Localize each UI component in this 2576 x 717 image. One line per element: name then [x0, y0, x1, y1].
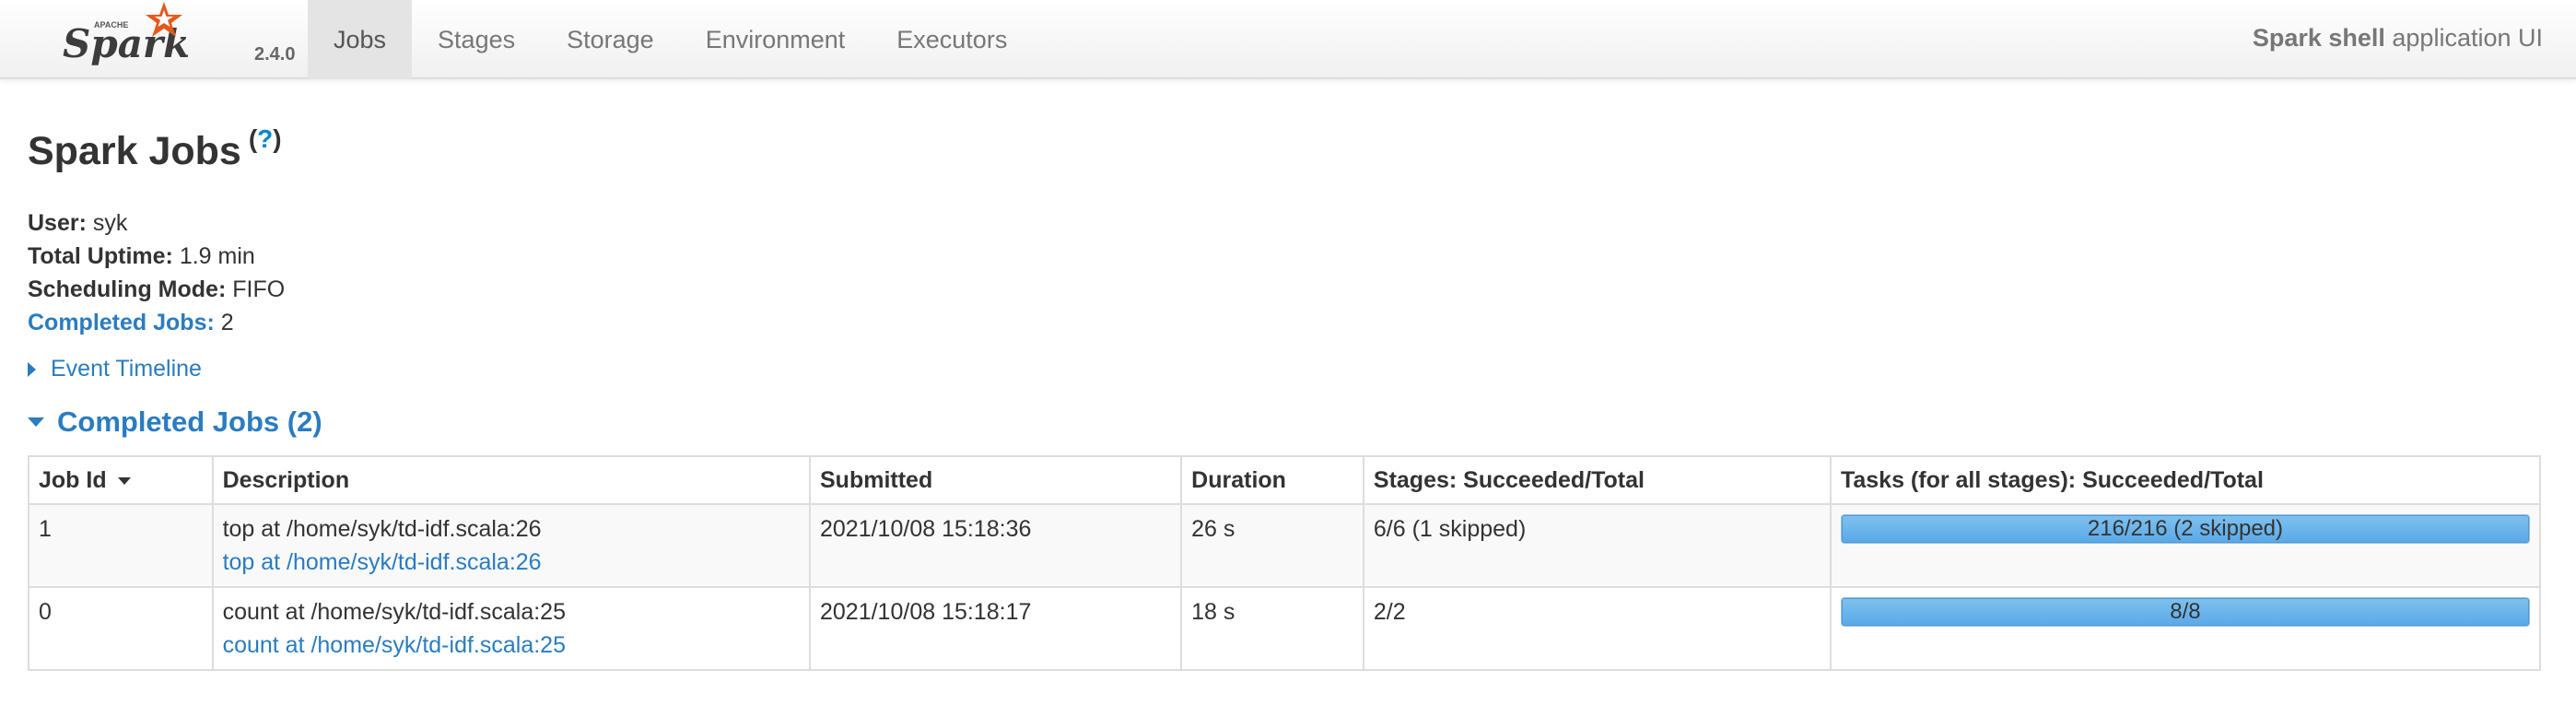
job-id-cell: 0: [28, 586, 214, 671]
help-link[interactable]: ?: [257, 124, 273, 153]
completed-jobs-count: 2: [214, 310, 234, 335]
summary-completed: Completed Jobs: 2: [28, 306, 285, 339]
app-suffix: application UI: [2384, 24, 2543, 52]
completed-jobs-table: Job Id Description Submitted Duration St…: [28, 455, 2542, 671]
description-link[interactable]: top at /home/syk/td-idf.scala:26: [223, 546, 800, 579]
tab-environment[interactable]: Environment: [680, 0, 872, 79]
description-text: count at /home/syk/td-idf.scala:25: [222, 599, 566, 625]
description-text: top at /home/syk/td-idf.scala:26: [222, 516, 542, 542]
app-name: Spark shell: [2252, 24, 2385, 52]
col-duration[interactable]: Duration: [1180, 455, 1364, 505]
user-value: syk: [86, 210, 128, 236]
spark-version: 2.4.0: [254, 44, 296, 65]
collapsed-arrow-icon: [28, 361, 36, 377]
summary-user: User: syk: [28, 206, 285, 240]
stages-cell: 6/6 (1 skipped): [1362, 503, 1832, 588]
top-navbar: APACHE Spark 2.4.0 Jobs Stages Storage E…: [0, 0, 2576, 79]
duration-cell: 26 s: [1180, 503, 1364, 588]
expanded-arrow-icon: [28, 417, 44, 427]
summary-uptime: Total Uptime: 1.9 min: [28, 240, 285, 273]
tasks-progress-bar: 216/216 (2 skipped): [1840, 514, 2530, 544]
col-stages[interactable]: Stages: Succeeded/Total: [1362, 455, 1832, 505]
tasks-progress-bar: 8/8: [1840, 597, 2530, 627]
description-link[interactable]: count at /home/syk/td-idf.scala:25: [223, 629, 800, 662]
job-id-cell: 1: [28, 503, 214, 588]
tab-stages[interactable]: Stages: [412, 0, 541, 79]
help-close-paren: ): [273, 124, 282, 153]
app-title: Spark shell application UI: [2253, 24, 2543, 53]
description-cell: count at /home/syk/td-idf.scala:25 count…: [211, 586, 812, 671]
description-cell: top at /home/syk/td-idf.scala:26 top at …: [211, 503, 812, 588]
progress-label: 8/8: [2170, 599, 2201, 624]
page-title: Spark Jobs (?): [28, 124, 282, 174]
uptime-label: Total Uptime:: [28, 243, 173, 269]
stages-cell: 2/2: [1362, 586, 1832, 671]
nav-tabs: Jobs Stages Storage Environment Executor…: [308, 0, 1033, 79]
table-header-row: Job Id Description Submitted Duration St…: [28, 455, 2542, 505]
col-job-id-label: Job Id: [39, 466, 107, 493]
progress-label: 216/216 (2 skipped): [2087, 516, 2284, 541]
spark-logo-icon: APACHE Spark: [63, 2, 190, 66]
help-tooltip: (?): [249, 124, 282, 153]
col-description[interactable]: Description: [211, 455, 812, 505]
uptime-value: 1.9 min: [172, 243, 255, 269]
tab-jobs[interactable]: Jobs: [308, 0, 413, 79]
completed-jobs-title: Completed Jobs (2): [57, 406, 322, 438]
col-tasks[interactable]: Tasks (for all stages): Succeeded/Total: [1829, 455, 2542, 505]
help-open-paren: (: [248, 124, 258, 153]
scheduling-label: Scheduling Mode:: [28, 276, 227, 302]
page-title-text: Spark Jobs: [28, 129, 241, 173]
completed-jobs-toggle[interactable]: Completed Jobs (2): [28, 406, 322, 439]
summary-scheduling: Scheduling Mode: FIFO: [28, 273, 285, 306]
job-summary: User: syk Total Uptime: 1.9 min Scheduli…: [28, 206, 285, 339]
tab-storage[interactable]: Storage: [541, 0, 680, 79]
completed-jobs-link[interactable]: Completed Jobs:: [28, 310, 215, 335]
event-timeline-toggle[interactable]: Event Timeline: [28, 356, 202, 382]
duration-cell: 18 s: [1180, 586, 1364, 671]
spark-logo[interactable]: APACHE Spark 2.4.0: [59, 0, 295, 79]
scheduling-value: FIFO: [226, 276, 286, 302]
tasks-cell: 8/8: [1829, 586, 2542, 671]
tab-executors[interactable]: Executors: [871, 0, 1033, 79]
table-row: 1 top at /home/syk/td-idf.scala:26 top a…: [28, 503, 2542, 588]
sort-desc-icon: [117, 476, 131, 485]
table-row: 0 count at /home/syk/td-idf.scala:25 cou…: [28, 586, 2542, 671]
tasks-cell: 216/216 (2 skipped): [1829, 503, 2542, 588]
col-submitted[interactable]: Submitted: [808, 455, 1183, 505]
event-timeline-label: Event Timeline: [51, 356, 202, 382]
user-label: User:: [28, 210, 87, 236]
col-job-id[interactable]: Job Id: [28, 455, 214, 505]
submitted-cell: 2021/10/08 15:18:17: [808, 586, 1183, 671]
submitted-cell: 2021/10/08 15:18:36: [808, 503, 1183, 588]
